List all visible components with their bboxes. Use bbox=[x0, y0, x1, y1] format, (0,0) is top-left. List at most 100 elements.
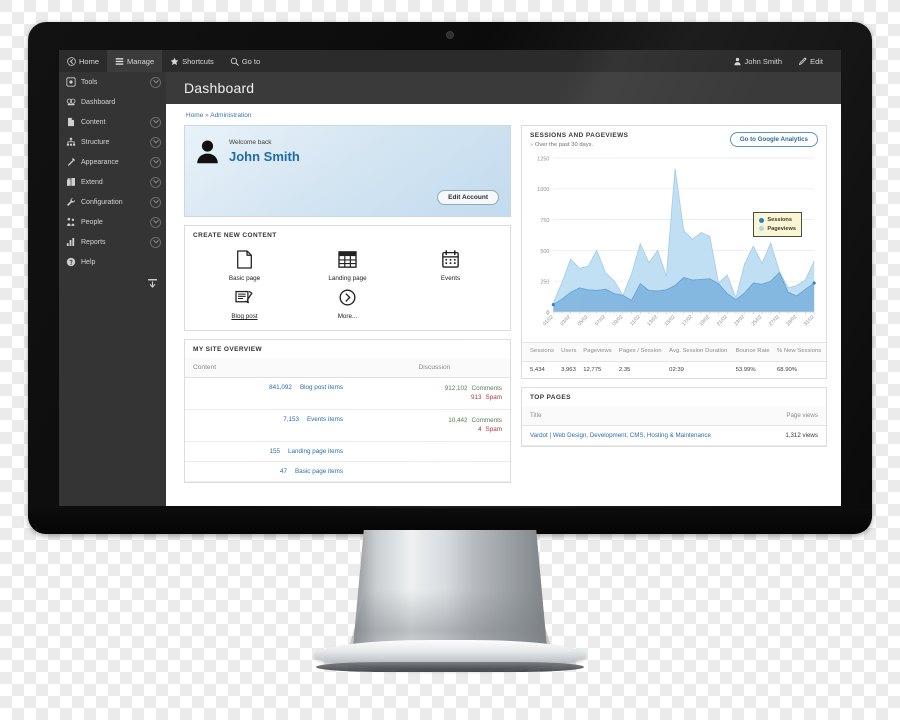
screen: Home Manage Shortcuts Go to John Smith E… bbox=[59, 50, 841, 506]
svg-text:1250: 1250 bbox=[537, 156, 549, 162]
spam-count[interactable]: 4 bbox=[478, 425, 482, 434]
breadcrumb-administration[interactable]: Administration bbox=[210, 112, 251, 119]
create-blog-post[interactable]: Blog post bbox=[193, 282, 296, 320]
site-overview-header-row: Content Discussion bbox=[185, 358, 510, 378]
create-new-content-panel: CREATE NEW CONTENT Basic page Landing pa… bbox=[184, 225, 511, 331]
left-column: Welcome back John Smith Edit Account CRE… bbox=[184, 125, 511, 491]
svg-text:15/02: 15/02 bbox=[664, 314, 677, 327]
top-page-views: 1,312 views bbox=[765, 425, 826, 446]
overview-count[interactable]: 155 bbox=[270, 448, 285, 455]
overview-discussion-cell: 10,442 Comments 4 Spam bbox=[410, 409, 510, 442]
overview-label[interactable]: Landing page items bbox=[288, 448, 343, 455]
create-more[interactable]: More... bbox=[296, 282, 399, 320]
sidebar-item-content[interactable]: Content bbox=[59, 112, 166, 132]
structure-icon bbox=[66, 137, 76, 147]
svg-text:500: 500 bbox=[540, 249, 549, 255]
stats-head: Sessions Users Pageviews Pages / Session Avg… bbox=[522, 342, 826, 362]
comments-label[interactable]: Comments bbox=[472, 416, 502, 425]
toolbar-item-edit[interactable]: Edit bbox=[790, 50, 831, 72]
breadcrumb-home[interactable]: Home bbox=[186, 112, 203, 119]
chevron-down-icon[interactable] bbox=[150, 156, 161, 168]
comments-count[interactable]: 912,102 bbox=[445, 384, 468, 393]
create-landing-page[interactable]: Landing page bbox=[296, 244, 399, 282]
chevron-down-icon[interactable] bbox=[150, 176, 161, 188]
chevron-down-icon[interactable] bbox=[150, 196, 161, 208]
toolbar-item-goto[interactable]: Go to bbox=[222, 50, 268, 72]
sidebar-item-reports[interactable]: Reports bbox=[59, 232, 166, 252]
chevron-down-icon[interactable] bbox=[150, 136, 161, 148]
svg-text:19/02: 19/02 bbox=[698, 314, 711, 327]
goto-icon bbox=[230, 57, 239, 66]
create-content-row-1: Basic page Landing page Events bbox=[193, 244, 502, 282]
create-events[interactable]: Events bbox=[399, 244, 502, 282]
svg-text:29/02: 29/02 bbox=[785, 314, 798, 327]
svg-text:750: 750 bbox=[540, 218, 549, 224]
stats-value-2: 12,775 bbox=[583, 366, 602, 373]
chevron-down-icon[interactable] bbox=[150, 76, 161, 88]
stats-value-0: 5,434 bbox=[530, 366, 545, 373]
breadcrumb: Home » Administration bbox=[186, 112, 827, 119]
sidebar-item-people[interactable]: People bbox=[59, 212, 166, 232]
create-content-spacer bbox=[399, 282, 502, 320]
toolbar-item-user[interactable]: John Smith bbox=[725, 50, 791, 72]
sidebar-item-configuration[interactable]: Configuration bbox=[59, 192, 166, 212]
workspace: Tools Dashboard Content Structure Appear… bbox=[59, 72, 841, 506]
go-to-google-analytics-button[interactable]: Go to Google Analytics bbox=[729, 132, 818, 147]
edit-account-button[interactable]: Edit Account bbox=[437, 190, 499, 205]
tools-icon bbox=[66, 77, 76, 87]
star-icon bbox=[170, 57, 179, 66]
legend-label-pageviews: Pageviews bbox=[767, 225, 796, 232]
sidebar-item-structure[interactable]: Structure bbox=[59, 132, 166, 152]
subtitle-bullet: » bbox=[530, 142, 534, 148]
overview-count[interactable]: 47 bbox=[280, 468, 291, 475]
col-content: Content bbox=[185, 358, 411, 378]
sidebar-item-tools[interactable]: Tools bbox=[59, 72, 166, 92]
top-page-title[interactable]: Vardot | Web Design, Development, CMS, H… bbox=[522, 425, 766, 446]
overview-label[interactable]: Blog post items bbox=[300, 384, 343, 391]
sidebar-item-dashboard[interactable]: Dashboard bbox=[59, 92, 166, 112]
svg-text:1000: 1000 bbox=[537, 187, 549, 193]
spam-label[interactable]: Spam bbox=[486, 425, 502, 434]
toolbar-item-manage[interactable]: Manage bbox=[107, 50, 163, 72]
create-basic-page[interactable]: Basic page bbox=[193, 244, 296, 282]
chevron-down-icon[interactable] bbox=[150, 116, 161, 128]
avatar bbox=[185, 126, 229, 216]
chevron-down-icon[interactable] bbox=[150, 216, 161, 228]
sidebar-item-structure-label: Structure bbox=[81, 138, 110, 146]
discussion-spam: 4 Spam bbox=[419, 425, 502, 434]
sidebar-item-extend[interactable]: Extend bbox=[59, 172, 166, 192]
spam-count[interactable]: 913 bbox=[471, 393, 482, 402]
overview-label[interactable]: Basic page items bbox=[295, 468, 343, 475]
sidebar-item-appearance[interactable]: Appearance bbox=[59, 152, 166, 172]
svg-text:11/02: 11/02 bbox=[629, 314, 642, 327]
overview-label[interactable]: Events items bbox=[307, 416, 343, 423]
overview-count[interactable]: 841,092 bbox=[269, 384, 296, 391]
legend-swatch-pageviews bbox=[759, 226, 765, 232]
svg-text:17/02: 17/02 bbox=[681, 314, 694, 327]
page-title: Dashboard bbox=[166, 72, 841, 104]
overview-content-cell: 155 Landing page items bbox=[185, 441, 411, 462]
comments-label[interactable]: Comments bbox=[472, 384, 502, 393]
subtitle-text: Over the past 30 days. bbox=[534, 142, 594, 148]
hamburger-icon bbox=[115, 57, 124, 66]
chevron-down-icon[interactable] bbox=[150, 236, 161, 248]
overview-content-inner: 47 Basic page items bbox=[193, 468, 343, 475]
legend-item-pageviews: Pageviews bbox=[759, 225, 796, 234]
main-region: Dashboard Home » Administration Welcome … bbox=[166, 72, 841, 506]
toolbar-item-shortcuts[interactable]: Shortcuts bbox=[162, 50, 222, 72]
overview-count[interactable]: 7,153 bbox=[283, 416, 303, 423]
top-pages-panel: TOP PAGES Title Page views Vardot | Web … bbox=[521, 386, 827, 447]
legend-swatch-sessions bbox=[759, 217, 765, 223]
dashboard-columns: Welcome back John Smith Edit Account CRE… bbox=[184, 125, 827, 491]
toolbar-item-home[interactable]: Home bbox=[59, 50, 107, 72]
overview-discussion-cell: 912,102 Comments 913 Spam bbox=[410, 377, 510, 410]
analytics-title: SESSIONS AND PAGEVIEWS bbox=[530, 132, 629, 139]
welcome-text: Welcome back John Smith bbox=[229, 126, 300, 216]
home-icon bbox=[67, 56, 76, 66]
comments-count[interactable]: 10,442 bbox=[448, 416, 467, 425]
sidebar-collapse-toggle[interactable] bbox=[59, 278, 166, 291]
svg-text:31/02: 31/02 bbox=[803, 314, 816, 327]
sidebar-item-help[interactable]: Help bbox=[59, 252, 166, 272]
create-landing-page-label: Landing page bbox=[328, 275, 367, 282]
spam-label[interactable]: Spam bbox=[486, 393, 502, 402]
